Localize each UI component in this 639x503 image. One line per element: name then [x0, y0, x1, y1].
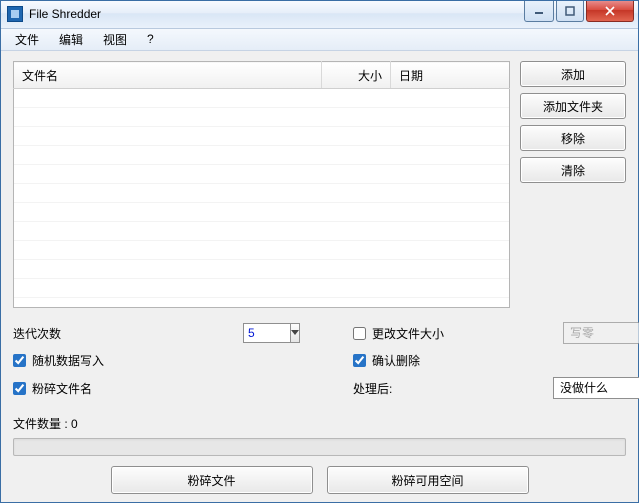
menu-file[interactable]: 文件 [5, 29, 49, 50]
change-filesize-check[interactable]: 更改文件大小 [353, 325, 553, 342]
file-list-header: 文件名 大小 日期 [13, 61, 510, 89]
side-buttons: 添加 添加文件夹 移除 清除 [520, 61, 626, 308]
shred-files-button[interactable]: 粉碎文件 [111, 466, 313, 494]
progress-bar [13, 438, 626, 456]
iterations-input[interactable] [243, 323, 290, 343]
bottom-buttons: 粉碎文件 粉碎可用空间 [13, 466, 626, 494]
column-size[interactable]: 大小 [321, 62, 390, 89]
add-button[interactable]: 添加 [520, 61, 626, 87]
clear-button[interactable]: 清除 [520, 157, 626, 183]
shred-filename-label: 粉碎文件名 [32, 380, 92, 397]
window-title: File Shredder [29, 7, 522, 21]
change-filesize-label: 更改文件大小 [372, 325, 444, 342]
iterations-spinner[interactable] [243, 323, 299, 343]
app-window: File Shredder 文件 编辑 视图 ? 文件名 [0, 0, 639, 503]
file-list-container: 文件名 大小 日期 [13, 61, 510, 308]
column-date[interactable]: 日期 [390, 62, 509, 89]
app-icon [7, 6, 23, 22]
options-area: 迭代次数 更改文件大小 写零 随机数据写入 [13, 322, 626, 399]
random-write-checkbox[interactable] [13, 354, 26, 367]
shred-filename-check[interactable]: 粉碎文件名 [13, 380, 353, 397]
after-label: 处理后: [353, 380, 553, 397]
change-filesize-checkbox[interactable] [353, 327, 366, 340]
menu-edit[interactable]: 编辑 [49, 29, 93, 50]
file-count-label: 文件数量 : 0 [13, 415, 626, 432]
iterations-label: 迭代次数 [13, 325, 243, 342]
maximize-icon [565, 6, 575, 16]
window-controls [522, 1, 634, 21]
menu-bar: 文件 编辑 视图 ? [1, 29, 638, 51]
chevron-down-icon [291, 330, 299, 336]
close-button[interactable] [586, 1, 634, 22]
column-name[interactable]: 文件名 [14, 62, 322, 89]
file-list-body[interactable] [13, 89, 510, 308]
minimize-button[interactable] [524, 1, 554, 22]
iterations-dropdown-button[interactable] [290, 323, 300, 343]
random-write-check[interactable]: 随机数据写入 [13, 352, 353, 369]
confirm-delete-checkbox[interactable] [353, 354, 366, 367]
confirm-delete-check[interactable]: 确认删除 [353, 352, 553, 369]
wipe-method-select: 写零 [563, 322, 639, 344]
top-row: 文件名 大小 日期 添加 添加文件夹 移除 清除 [13, 61, 626, 308]
add-folder-button[interactable]: 添加文件夹 [520, 93, 626, 119]
client-area: 文件名 大小 日期 添加 添加文件夹 移除 清除 迭代次 [1, 51, 638, 502]
minimize-icon [534, 6, 544, 16]
after-action-select[interactable]: 没做什么 [553, 377, 639, 399]
confirm-delete-label: 确认删除 [372, 352, 420, 369]
shred-filename-checkbox[interactable] [13, 382, 26, 395]
menu-help[interactable]: ? [137, 30, 164, 48]
remove-button[interactable]: 移除 [520, 125, 626, 151]
title-bar: File Shredder [1, 1, 638, 29]
maximize-button[interactable] [556, 1, 584, 22]
menu-view[interactable]: 视图 [93, 29, 137, 50]
random-write-label: 随机数据写入 [32, 352, 104, 369]
shred-freespace-button[interactable]: 粉碎可用空间 [327, 466, 529, 494]
close-icon [605, 6, 615, 16]
